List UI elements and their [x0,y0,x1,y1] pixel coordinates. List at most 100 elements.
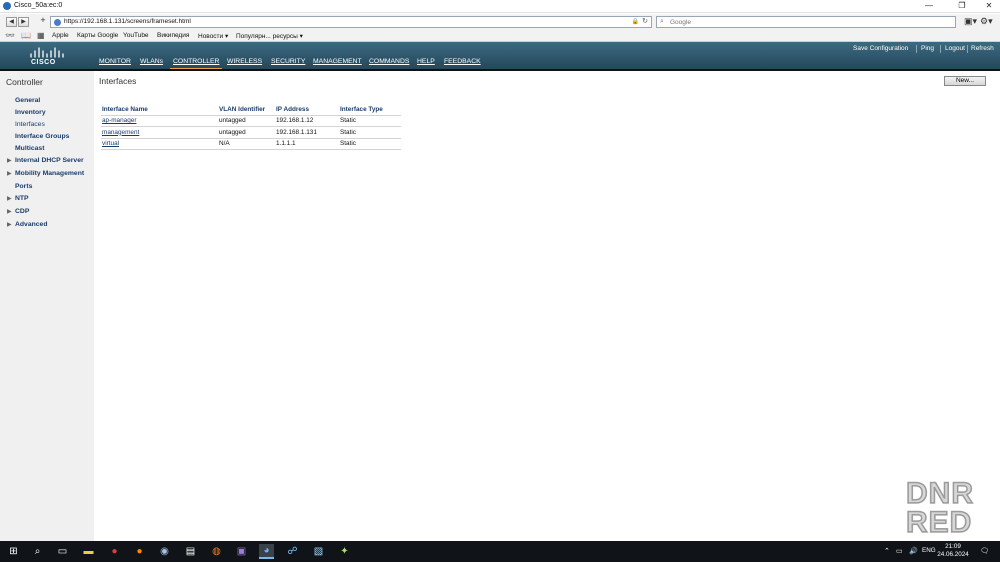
lock-icon: 🔒 [631,19,639,25]
clock[interactable]: 21:09 24.06.2024 [936,543,970,559]
browser-taskbar-icon[interactable]: ◕ [259,544,274,559]
bookmark-item[interactable]: Карты Google [77,32,118,39]
logout-link[interactable]: Logout [945,45,965,52]
firefox-icon[interactable]: ● [132,544,147,559]
menu-wlans[interactable]: WLANs [140,58,163,65]
sidebar: Controller General Inventory Interfaces … [0,71,94,541]
add-tab-icon[interactable]: + [38,16,48,26]
ping-link[interactable]: Ping [921,45,934,52]
interfaces-table: Interface Name VLAN Identifier IP Addres… [101,105,401,150]
notifications-icon[interactable]: 🗨 [980,547,989,555]
minimize-button[interactable]: — [915,0,943,12]
vlan-cell: untagged [218,126,275,139]
network-icon[interactable]: ▭ [896,547,903,555]
sidebar-item-cdp[interactable]: CDP [15,208,29,215]
wlc-header: CISCO MONITOR WLANs CONTROLLER WIRELESS … [0,42,1000,70]
link-separator [967,45,968,53]
watermark-line: DNR [905,477,974,510]
link-separator [940,45,941,53]
gear-icon[interactable]: ⚙▾ [980,16,993,27]
search-input[interactable] [670,18,940,27]
close-button[interactable]: ✕ [975,0,1000,12]
notepad-icon[interactable]: ▧ [311,544,326,559]
media-app-icon[interactable]: ◍ [209,544,224,559]
clock-date: 24.06.2024 [937,551,969,558]
search-icon[interactable]: ⌕ [30,544,45,559]
sidebar-item-multicast[interactable]: Multicast [15,145,44,152]
forward-button[interactable]: ▶ [18,17,29,27]
back-button[interactable]: ◀ [6,17,17,27]
new-interface-button[interactable]: New... [944,76,986,86]
file-explorer-icon[interactable]: ▬ [81,544,96,559]
reader-icon[interactable]: 👓 [5,31,15,40]
sidebar-item-ntp[interactable]: NTP [15,195,29,202]
type-cell: Static [339,126,401,139]
menu-commands[interactable]: COMMANDS [369,58,409,65]
sidebar-item-general[interactable]: General [15,97,40,104]
table-header-row: Interface Name VLAN Identifier IP Addres… [101,105,401,116]
sidebar-item-interface-groups[interactable]: Interface Groups [15,133,69,140]
interface-name-cell: virtual [101,138,218,150]
window-titlebar: Cisco_50a:ec:0 — ❐ ✕ [0,0,1000,13]
sidebar-item-mobility-management[interactable]: Mobility Management [15,170,84,177]
reload-icon[interactable]: ↻ [642,17,648,25]
expand-arrow-icon[interactable]: ▶ [7,208,12,215]
tray-chevron-icon[interactable]: ⌃ [884,547,890,555]
bookmark-item[interactable]: Новости ▾ [198,32,228,40]
task-view-icon[interactable]: ▭ [55,544,70,559]
maximize-button[interactable]: ❐ [948,0,976,12]
page-menu-icon[interactable]: ▣▾ [964,16,977,27]
interface-link[interactable]: management [102,129,139,136]
menu-help[interactable]: HELP [417,58,435,65]
cisco-logo-text: CISCO [31,59,56,66]
bookmark-item[interactable]: YouTube [123,32,149,39]
yandex-browser-icon[interactable]: ● [107,544,122,559]
search-field[interactable]: ⌕ [656,16,956,28]
bookmarks-bar: 👓 📖 ▦ Apple Карты Google YouTube Википед… [0,30,1000,42]
sidebar-item-interfaces[interactable]: Interfaces [15,121,45,128]
bookmarks-book-icon[interactable]: 📖 [21,31,31,40]
ip-cell: 1.1.1.1 [275,138,339,150]
sidebar-item-inventory[interactable]: Inventory [15,109,46,116]
bookmark-item[interactable]: Популярн... ресурсы ▾ [236,32,303,40]
url-text: https://192.168.1.131/screens/frameset.h… [64,18,191,25]
save-app-icon[interactable]: ▣ [234,544,249,559]
network-app-icon[interactable]: ☍ [285,544,300,559]
menu-feedback[interactable]: FEEDBACK [444,58,481,65]
bookmark-item[interactable]: Apple [52,32,69,39]
column-header-ip-address: IP Address [275,105,339,116]
utility-app-icon[interactable]: ✦ [337,544,352,559]
windows-start-icon[interactable]: ⊞ [6,544,21,559]
refresh-link[interactable]: Refresh [971,45,994,52]
language-indicator[interactable]: ENG [922,547,936,554]
expand-arrow-icon[interactable]: ▶ [7,221,12,228]
sidebar-item-ports[interactable]: Ports [15,183,32,190]
menu-management[interactable]: MANAGEMENT [313,58,362,65]
interface-link[interactable]: ap-manager [102,117,136,124]
watermark: DNR RED [905,477,990,539]
interface-link[interactable]: virtual [102,140,119,147]
sidebar-item-internal-dhcp-server[interactable]: Internal DHCP Server [15,157,84,164]
table-row: management untagged 192.168.1.131 Static [101,126,401,139]
sidebar-item-advanced[interactable]: Advanced [15,221,47,228]
search-icon: ⌕ [660,18,664,25]
clock-time: 21:09 [945,543,961,550]
grid-icon[interactable]: ▦ [37,31,45,40]
menu-wireless[interactable]: WIRELESS [227,58,262,65]
main-content: Interfaces New... Interface Name VLAN Id… [94,71,1000,541]
bookmark-item[interactable]: Википедия [157,32,189,39]
vlan-cell: untagged [218,115,275,127]
volume-icon[interactable]: 🔊 [909,547,918,555]
menu-security[interactable]: SECURITY [271,58,305,65]
expand-arrow-icon[interactable]: ▶ [7,170,12,177]
menu-monitor[interactable]: MONITOR [99,58,131,65]
save-configuration-link[interactable]: Save Configuration [853,45,908,52]
window-title: Cisco_50a:ec:0 [14,2,63,9]
url-field[interactable]: https://192.168.1.131/screens/frameset.h… [50,16,652,28]
steam-icon[interactable]: ◉ [157,544,172,559]
expand-arrow-icon[interactable]: ▶ [7,195,12,202]
table-row: ap-manager untagged 192.168.1.12 Static [101,115,401,127]
terminal-icon[interactable]: ▤ [183,544,198,559]
expand-arrow-icon[interactable]: ▶ [7,157,12,164]
watermark-line: RED [905,506,973,539]
